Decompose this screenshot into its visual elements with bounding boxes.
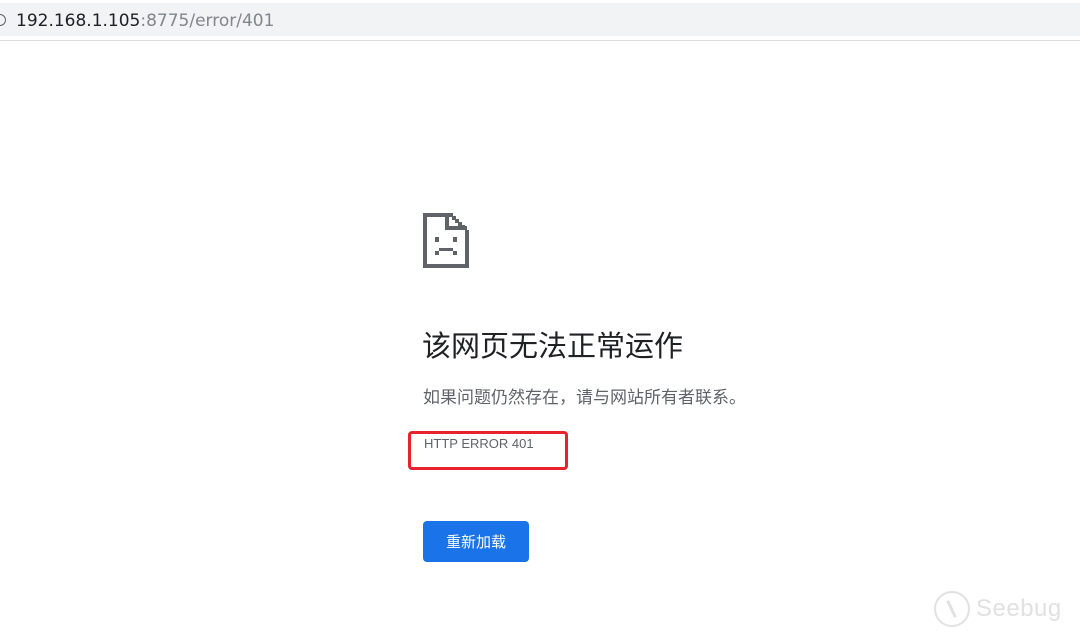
- url-path: :8775/error/401: [140, 11, 275, 31]
- browser-address-bar: 192.168.1.105:8775/error/401: [0, 0, 1080, 41]
- sad-page-icon: [423, 213, 469, 268]
- omnibox[interactable]: 192.168.1.105:8775/error/401: [0, 3, 1080, 36]
- url-host: 192.168.1.105: [16, 11, 141, 31]
- seebug-watermark: Seebug: [934, 589, 1062, 629]
- reload-button[interactable]: 重新加载: [423, 521, 529, 562]
- watermark-text: Seebug: [976, 595, 1062, 622]
- error-title: 该网页无法正常运作: [422, 329, 684, 363]
- site-info-icon[interactable]: [0, 14, 6, 26]
- seebug-logo-icon: [934, 591, 970, 627]
- error-description: 如果问题仍然存在，请与网站所有者联系。: [423, 388, 746, 408]
- url-text[interactable]: 192.168.1.105:8775/error/401: [16, 11, 274, 31]
- red-highlight-box: [408, 431, 568, 470]
